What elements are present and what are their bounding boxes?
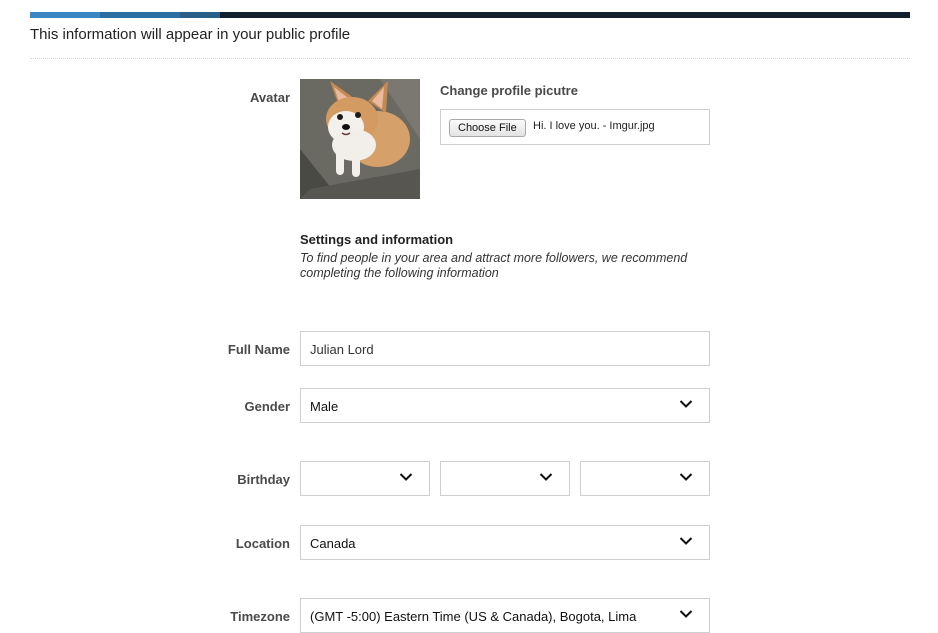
chevron-down-icon xyxy=(399,473,413,481)
full-name-field[interactable]: Julian Lord xyxy=(300,331,710,366)
chevron-down-icon xyxy=(679,610,693,618)
gender-value: Male xyxy=(310,399,339,414)
location-select[interactable]: Canada xyxy=(300,525,710,560)
birthday-day-select[interactable] xyxy=(440,461,570,496)
progress-segment xyxy=(100,12,180,18)
avatar-file-input[interactable]: Choose File Hi. I love you. - Imgur.jpg xyxy=(440,109,710,145)
settings-description: To find people in your area and attract … xyxy=(300,251,688,280)
choose-file-button[interactable]: Choose File xyxy=(449,119,526,137)
page-intro: This information will appear in your pub… xyxy=(30,26,351,43)
timezone-select[interactable]: (GMT -5:00) Eastern Time (US & Canada), … xyxy=(300,598,710,633)
progress-segment xyxy=(30,12,100,18)
chevron-down-icon xyxy=(679,473,693,481)
timezone-value: (GMT -5:00) Eastern Time (US & Canada), … xyxy=(310,609,637,624)
gender-label: Gender xyxy=(244,399,290,414)
birthday-year-select[interactable] xyxy=(580,461,710,496)
full-name-label: Full Name xyxy=(227,342,290,357)
location-label: Location xyxy=(235,536,290,551)
selected-file-name: Hi. I love you. - Imgur.jpg xyxy=(533,120,655,132)
avatar-label: Avatar xyxy=(250,90,290,105)
location-value: Canada xyxy=(310,536,356,551)
chevron-down-icon xyxy=(679,537,693,545)
progress-segment xyxy=(180,12,220,18)
progress-bar xyxy=(30,12,910,18)
timezone-label: Timezone xyxy=(230,609,290,624)
chevron-down-icon xyxy=(679,400,693,408)
change-picture-title: Change profile picutre xyxy=(440,83,578,98)
birthday-label: Birthday xyxy=(237,472,290,487)
chevron-down-icon xyxy=(539,473,553,481)
gender-select[interactable]: Male xyxy=(300,388,710,423)
divider xyxy=(30,58,910,59)
birthday-month-select[interactable] xyxy=(300,461,430,496)
full-name-value: Julian Lord xyxy=(310,342,374,357)
settings-title: Settings and information xyxy=(300,232,454,247)
avatar xyxy=(300,79,420,199)
